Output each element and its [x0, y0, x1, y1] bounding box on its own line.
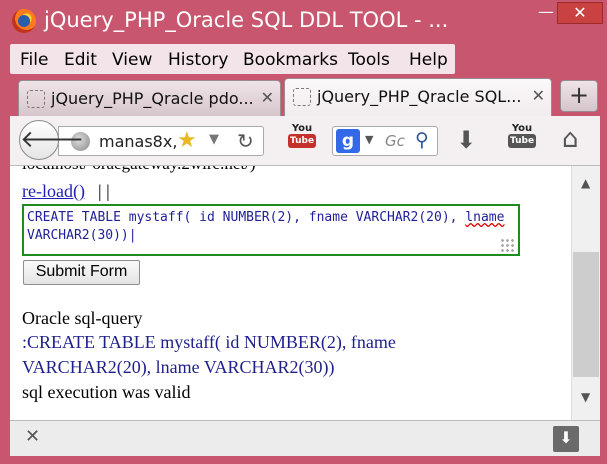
url-dropdown-icon[interactable]: ▼ — [209, 132, 219, 147]
page-placeholder-icon — [27, 90, 45, 108]
firefox-logo-icon — [12, 9, 36, 33]
bookmark-star-icon[interactable]: ★ — [177, 128, 197, 153]
download-arrow-icon[interactable]: ⬇ — [456, 126, 476, 154]
tab-strip: jQuery_PHP_Qracle pdo... ✕ jQuery_PHP_Qr… — [10, 78, 600, 116]
output-heading: Oracle sql-query — [22, 308, 143, 328]
output-query-line-2: VARCHAR2(20), lname VARCHAR2(30)) — [22, 357, 335, 377]
vertical-scrollbar[interactable]: ▲ ▼ — [571, 166, 600, 420]
menu-tools[interactable]: Tools — [348, 50, 390, 70]
clipped-text: localhost/ oraegateway.2wire.net/) — [22, 166, 256, 174]
download-status-icon[interactable]: ⬇ — [553, 426, 579, 452]
url-text: manas8x, — [99, 132, 178, 151]
youtube-icon[interactable]: You Tube — [288, 124, 316, 156]
reload-link[interactable]: re-load() — [22, 181, 85, 202]
menu-help[interactable]: Help — [409, 50, 448, 70]
close-window-button[interactable]: ✕ — [557, 2, 603, 24]
page-placeholder-icon — [293, 88, 311, 106]
tab-sql-active[interactable]: jQuery_PHP_Qracle SQL... ✕ — [284, 78, 552, 116]
scroll-up-icon[interactable]: ▲ — [581, 176, 590, 190]
submit-form-button[interactable]: Submit Form — [23, 260, 140, 285]
tab-label: jQuery_PHP_Qracle pdo... — [51, 89, 254, 108]
navigation-toolbar: manas8x, ★ ▼ ↻ 🡐 You Tube g ▼ Gc ⚲ ⬇ You… — [10, 116, 600, 166]
tab-close-icon[interactable]: ✕ — [532, 86, 545, 105]
page-content: localhost/ oraegateway.2wire.net/) re-lo… — [10, 166, 571, 420]
scroll-thumb[interactable] — [573, 252, 599, 377]
back-button[interactable]: 🡐 — [19, 120, 84, 160]
search-icon[interactable]: ⚲ — [415, 129, 429, 151]
link-separator: | | — [98, 181, 110, 201]
menu-file[interactable]: File — [20, 50, 48, 70]
output-status: sql execution was valid — [22, 382, 191, 402]
minimize-button[interactable]: — — [536, 2, 556, 24]
scroll-down-icon[interactable]: ▼ — [581, 390, 590, 404]
misspelled-word: lname — [465, 210, 505, 225]
addon-bar: ✕ ⬇ — [10, 420, 600, 456]
close-addon-bar-icon[interactable]: ✕ — [25, 426, 40, 447]
menu-view[interactable]: View — [112, 50, 152, 70]
url-bar[interactable]: manas8x, ★ ▼ ↻ — [58, 126, 264, 156]
google-search-engine-icon[interactable]: g — [336, 129, 360, 153]
search-bar[interactable]: g ▼ Gc ⚲ — [332, 126, 438, 156]
reload-icon[interactable]: ↻ — [237, 129, 254, 153]
tab-label: jQuery_PHP_Qracle SQL... — [317, 87, 522, 106]
youtube-icon-2[interactable]: You Tube — [508, 124, 536, 156]
sql-textarea[interactable]: CREATE TABLE mystaff( id NUMBER(2), fnam… — [22, 204, 520, 256]
menu-bookmarks[interactable]: Bookmarks — [243, 50, 338, 70]
menu-history[interactable]: History — [168, 50, 228, 70]
menu-edit[interactable]: Edit — [64, 50, 97, 70]
search-engine-dropdown-icon[interactable]: ▼ — [365, 133, 373, 146]
tab-close-icon[interactable]: ✕ — [261, 88, 274, 107]
title-bar: jQuery_PHP_Oracle SQL DDL TOOL - ... — ✕ — [0, 0, 607, 44]
new-tab-button[interactable]: + — [560, 80, 598, 112]
home-icon[interactable]: ⌂ — [562, 124, 579, 154]
output-query-line-1: :CREATE TABLE mystaff( id NUMBER(2), fna… — [22, 332, 396, 352]
tab-pdo[interactable]: jQuery_PHP_Qracle pdo... ✕ — [18, 80, 281, 116]
resize-grip-icon[interactable] — [500, 238, 516, 252]
menu-bar: File Edit View History Bookmarks Tools H… — [10, 44, 455, 74]
search-input[interactable]: Gc — [385, 132, 405, 150]
window-title: jQuery_PHP_Oracle SQL DDL TOOL - ... — [44, 8, 449, 32]
